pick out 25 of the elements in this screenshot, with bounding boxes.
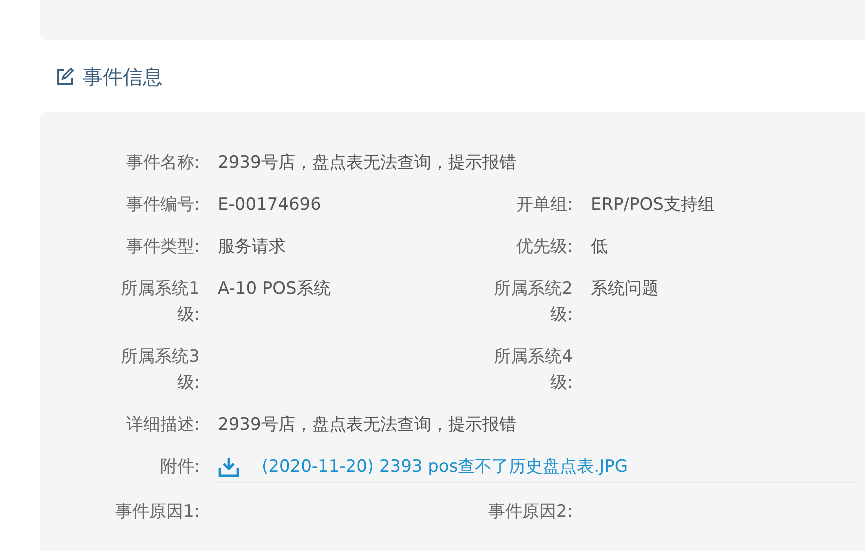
field-label: 事件类型:	[125, 236, 200, 259]
field-label: 所属系统4级:	[493, 346, 573, 395]
field-label: 事件编号:	[125, 194, 200, 217]
section-title: 事件信息	[83, 64, 163, 90]
field-label: 开单组:	[515, 194, 573, 217]
field-label: 详细描述:	[125, 414, 200, 437]
field-label: 事件原因1:	[114, 501, 200, 524]
field-value: ERP/POS支持组	[591, 194, 715, 217]
field-label: 所属系统3级:	[120, 346, 200, 395]
field-value: E-00174696	[218, 194, 322, 217]
download-icon[interactable]	[218, 456, 240, 478]
field-value: 服务请求	[218, 236, 286, 259]
field-value: 低	[591, 236, 608, 259]
field-label: 事件原因2:	[487, 501, 573, 524]
field-label: 所属系统1级:	[120, 278, 200, 327]
field-value: 2939号店，盘点表无法查询，提示报错	[218, 414, 516, 437]
field-value: 2939号店，盘点表无法查询，提示报错	[218, 152, 516, 175]
edit-icon	[55, 67, 75, 87]
field-value: 系统问题	[591, 278, 659, 301]
field-value: A-10 POS系统	[218, 278, 331, 301]
field-label: 事件名称:	[125, 152, 200, 175]
attachment-link[interactable]: (2020-11-20) 2393 pos查不了历史盘点表.JPG	[262, 454, 628, 480]
field-label: 优先级:	[515, 236, 573, 259]
field-label: 附件:	[159, 456, 200, 479]
field-label: 所属系统2级:	[493, 278, 573, 327]
